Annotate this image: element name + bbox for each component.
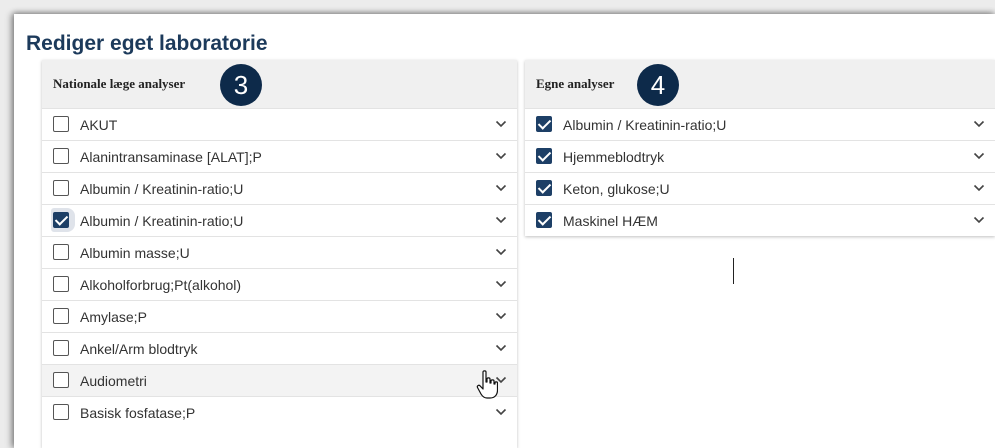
checkbox[interactable] xyxy=(53,148,69,164)
checkbox[interactable] xyxy=(53,276,69,292)
step-badge-3: 3 xyxy=(220,64,262,106)
item-label: Alanintransaminase [ALAT];P xyxy=(80,149,262,165)
chevron-down-icon[interactable] xyxy=(495,151,507,161)
item-label: Hjemmeblodtryk xyxy=(563,149,665,165)
checkbox[interactable] xyxy=(53,308,69,324)
step-badge-4: 4 xyxy=(637,64,679,106)
checkbox[interactable] xyxy=(536,116,552,132)
list-item[interactable]: Albumin / Kreatinin-ratio;U xyxy=(42,204,517,236)
chevron-down-icon[interactable] xyxy=(495,407,507,417)
own-analyses-list: Egne analyser 4 Albumin / Kreatinin-rati… xyxy=(525,60,995,236)
item-label: Ankel/Arm blodtryk xyxy=(80,341,198,357)
own-analyses-header-label: Egne analyser xyxy=(536,76,615,91)
page-title: Rediger eget laboratorie xyxy=(26,32,268,55)
chevron-down-icon[interactable] xyxy=(495,279,507,289)
list-item[interactable]: Hjemmeblodtryk xyxy=(525,140,995,172)
list-item[interactable]: Ankel/Arm blodtryk xyxy=(42,332,517,364)
chevron-down-icon[interactable] xyxy=(495,215,507,225)
national-analyses-header: Nationale læge analyser 3 xyxy=(42,60,517,108)
chevron-down-icon[interactable] xyxy=(973,183,985,193)
item-label: Basisk fosfatase;P xyxy=(80,405,196,421)
hand-pointer-icon xyxy=(476,370,498,399)
list-item[interactable]: Amylase;P xyxy=(42,300,517,332)
chevron-down-icon[interactable] xyxy=(495,247,507,257)
item-label: Albumin / Kreatinin-ratio;U xyxy=(80,213,244,229)
checkbox[interactable] xyxy=(53,244,69,260)
item-label: Alkoholforbrug;Pt(alkohol) xyxy=(80,277,242,293)
list-item[interactable]: Audiometri xyxy=(42,364,517,396)
national-analyses-header-label: Nationale læge analyser xyxy=(53,76,186,91)
list-item[interactable]: Keton, glukose;U xyxy=(525,172,995,204)
checkbox[interactable] xyxy=(53,340,69,356)
list-item[interactable]: Albumin / Kreatinin-ratio;U xyxy=(525,108,995,140)
chevron-down-icon[interactable] xyxy=(495,343,507,353)
item-label: Albumin / Kreatinin-ratio;U xyxy=(80,181,244,197)
checkbox[interactable] xyxy=(536,148,552,164)
item-label: Audiometri xyxy=(80,373,147,389)
list-item[interactable]: Alkoholforbrug;Pt(alkohol) xyxy=(42,268,517,300)
checkbox[interactable] xyxy=(53,212,69,228)
checkbox[interactable] xyxy=(536,212,552,228)
own-analyses-header: Egne analyser 4 xyxy=(525,60,995,108)
chevron-down-icon[interactable] xyxy=(495,311,507,321)
text-cursor-caret xyxy=(733,258,734,284)
chevron-down-icon[interactable] xyxy=(973,119,985,129)
item-label: Amylase;P xyxy=(80,309,147,325)
list-item[interactable]: Maskinel HÆM xyxy=(525,204,995,236)
chevron-down-icon[interactable] xyxy=(973,215,985,225)
list-item[interactable]: Albumin masse;U xyxy=(42,236,517,268)
item-label: Maskinel HÆM xyxy=(563,213,658,229)
checkbox[interactable] xyxy=(536,180,552,196)
list-item[interactable]: Basisk fosfatase;P xyxy=(42,396,517,428)
checkbox[interactable] xyxy=(53,372,69,388)
national-analyses-list: Nationale læge analyser 3 AKUT Alanintran… xyxy=(42,60,517,448)
item-label: Albumin / Kreatinin-ratio;U xyxy=(563,117,727,133)
chevron-down-icon[interactable] xyxy=(973,151,985,161)
checkbox[interactable] xyxy=(53,116,69,132)
item-label: AKUT xyxy=(80,117,118,133)
checkbox[interactable] xyxy=(53,180,69,196)
checkbox[interactable] xyxy=(53,404,69,420)
list-item[interactable]: AKUT xyxy=(42,108,517,140)
chevron-down-icon[interactable] xyxy=(495,183,507,193)
item-label: Keton, glukose;U xyxy=(563,181,670,197)
chevron-down-icon[interactable] xyxy=(495,119,507,129)
list-item[interactable]: Albumin / Kreatinin-ratio;U xyxy=(42,172,517,204)
list-item[interactable]: Alanintransaminase [ALAT];P xyxy=(42,140,517,172)
item-label: Albumin masse;U xyxy=(80,245,190,261)
